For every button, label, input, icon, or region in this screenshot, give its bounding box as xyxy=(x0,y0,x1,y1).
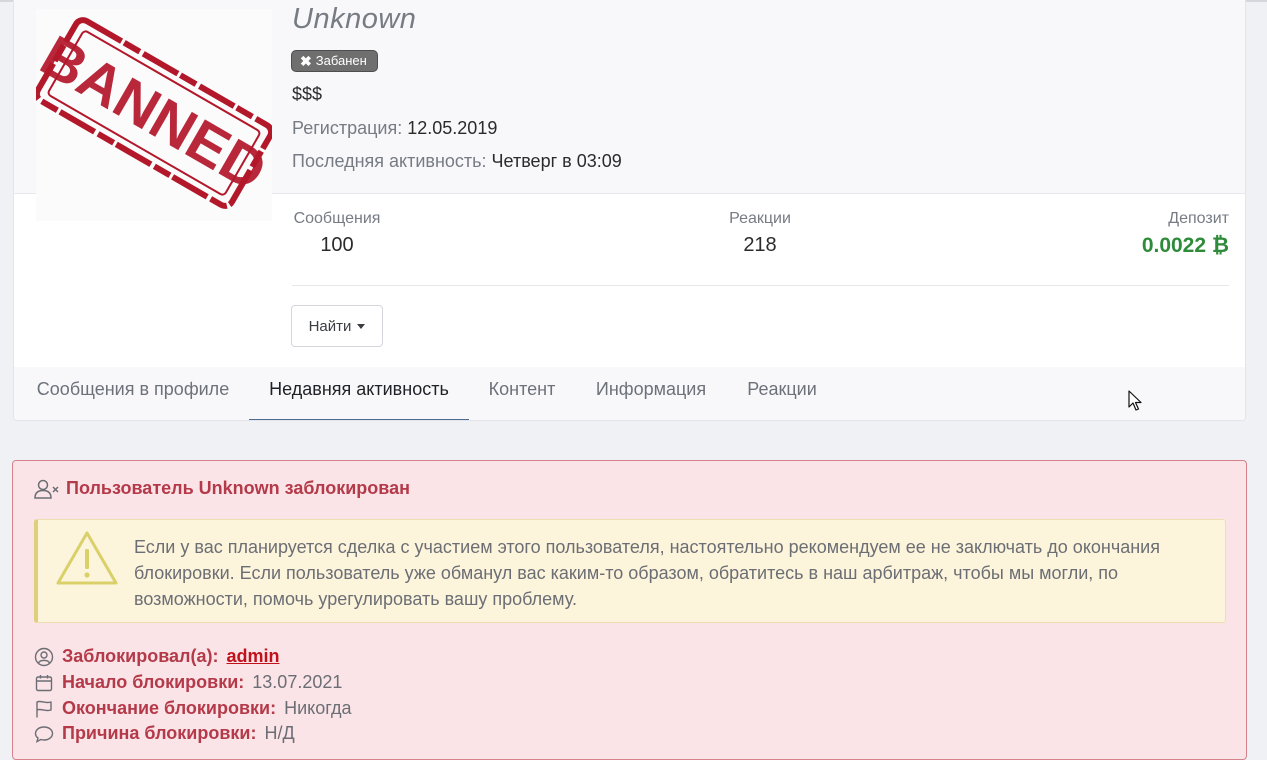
stat-deposit: Депозит 0.0022 ₿ xyxy=(1142,210,1229,258)
reactions-label: Реакции xyxy=(729,210,791,227)
deposit-label: Депозит xyxy=(1168,210,1229,227)
last-activity-label: Последняя активность: xyxy=(292,151,487,171)
ban-notice: Пользователь Unknown заблокирован Если у… xyxy=(12,460,1247,760)
ban-title: Пользователь Unknown заблокирован xyxy=(34,478,410,499)
ban-start-label: Начало блокировки: xyxy=(62,672,245,692)
flag-icon xyxy=(36,700,52,717)
ban-end-label: Окончание блокировки: xyxy=(62,698,277,718)
tab-reactions[interactable]: Реакции xyxy=(742,367,822,420)
ban-end-value: Никогда xyxy=(284,698,352,718)
banned-by-label: Заблокировал(а): xyxy=(62,646,219,666)
profile-tabs: Сообщения в профиле Недавняя активность … xyxy=(14,367,1245,420)
tab-profile-posts[interactable]: Сообщения в профиле xyxy=(33,367,233,420)
last-activity-value: Четверг в 03:09 xyxy=(491,151,622,171)
banned-badge: ✖ Забанен xyxy=(291,50,378,72)
ban-reason-value: Н/Д xyxy=(264,723,295,743)
deposit-value: 0.0022 ₿ xyxy=(1141,234,1229,257)
messages-value: 100 xyxy=(320,234,354,256)
stat-reactions[interactable]: Реакции 218 xyxy=(720,210,800,257)
warning-text: Если у вас планируется сделка с участием… xyxy=(134,537,1160,609)
user-title: $$$ xyxy=(292,84,323,104)
stamp-text: BANNED xyxy=(36,23,272,203)
profile-card: BANNED Unknown ✖ Забанен $$$ Регистрация… xyxy=(13,0,1246,421)
banned-stamp-icon: BANNED xyxy=(36,17,272,209)
mouse-cursor-icon xyxy=(1128,390,1142,411)
find-dropdown-button[interactable]: Найти xyxy=(291,305,383,347)
banned-by-row: Заблокировал(а): admin xyxy=(34,646,280,667)
ban-start-row: Начало блокировки: 13.07.2021 xyxy=(34,672,342,693)
tab-information[interactable]: Информация xyxy=(592,367,710,420)
registration-label: Регистрация: xyxy=(292,118,403,138)
comment-icon xyxy=(34,725,54,743)
calendar-icon xyxy=(35,674,53,691)
ban-reason-row: Причина блокировки: Н/Д xyxy=(34,723,295,744)
ban-title-text: Пользователь Unknown заблокирован xyxy=(66,478,410,498)
last-activity-info: Последняя активность: Четверг в 03:09 xyxy=(292,151,622,172)
warning-icon xyxy=(56,531,118,585)
username: Unknown xyxy=(292,3,417,35)
warning-box: Если у вас планируется сделка с участием… xyxy=(34,519,1226,623)
messages-label: Сообщения xyxy=(293,210,381,227)
ban-start-value: 13.07.2021 xyxy=(252,672,343,692)
registration-info: Регистрация: 12.05.2019 xyxy=(292,118,497,139)
caret-down-icon xyxy=(357,323,366,329)
ban-reason-label: Причина блокировки: xyxy=(62,723,257,743)
reactions-value: 218 xyxy=(743,234,777,256)
find-button-label: Найти xyxy=(308,317,352,335)
registration-value: 12.05.2019 xyxy=(407,118,498,138)
banned-by-link[interactable]: admin xyxy=(226,646,279,667)
banned-badge-label: Забанен xyxy=(315,53,367,68)
tab-recent-activity[interactable]: Недавняя активность xyxy=(249,367,469,420)
avatar[interactable]: BANNED xyxy=(36,9,272,221)
stat-messages[interactable]: Сообщения 100 xyxy=(292,210,382,257)
user-banned-icon xyxy=(34,479,59,499)
stats-row: Сообщения 100 Реакции 218 Депозит 0.0022… xyxy=(292,210,1229,286)
close-icon: ✖ xyxy=(300,53,312,69)
user-circle-icon xyxy=(34,647,54,666)
ban-end-row: Окончание блокировки: Никогда xyxy=(34,698,352,719)
tab-content[interactable]: Контент xyxy=(484,367,560,420)
